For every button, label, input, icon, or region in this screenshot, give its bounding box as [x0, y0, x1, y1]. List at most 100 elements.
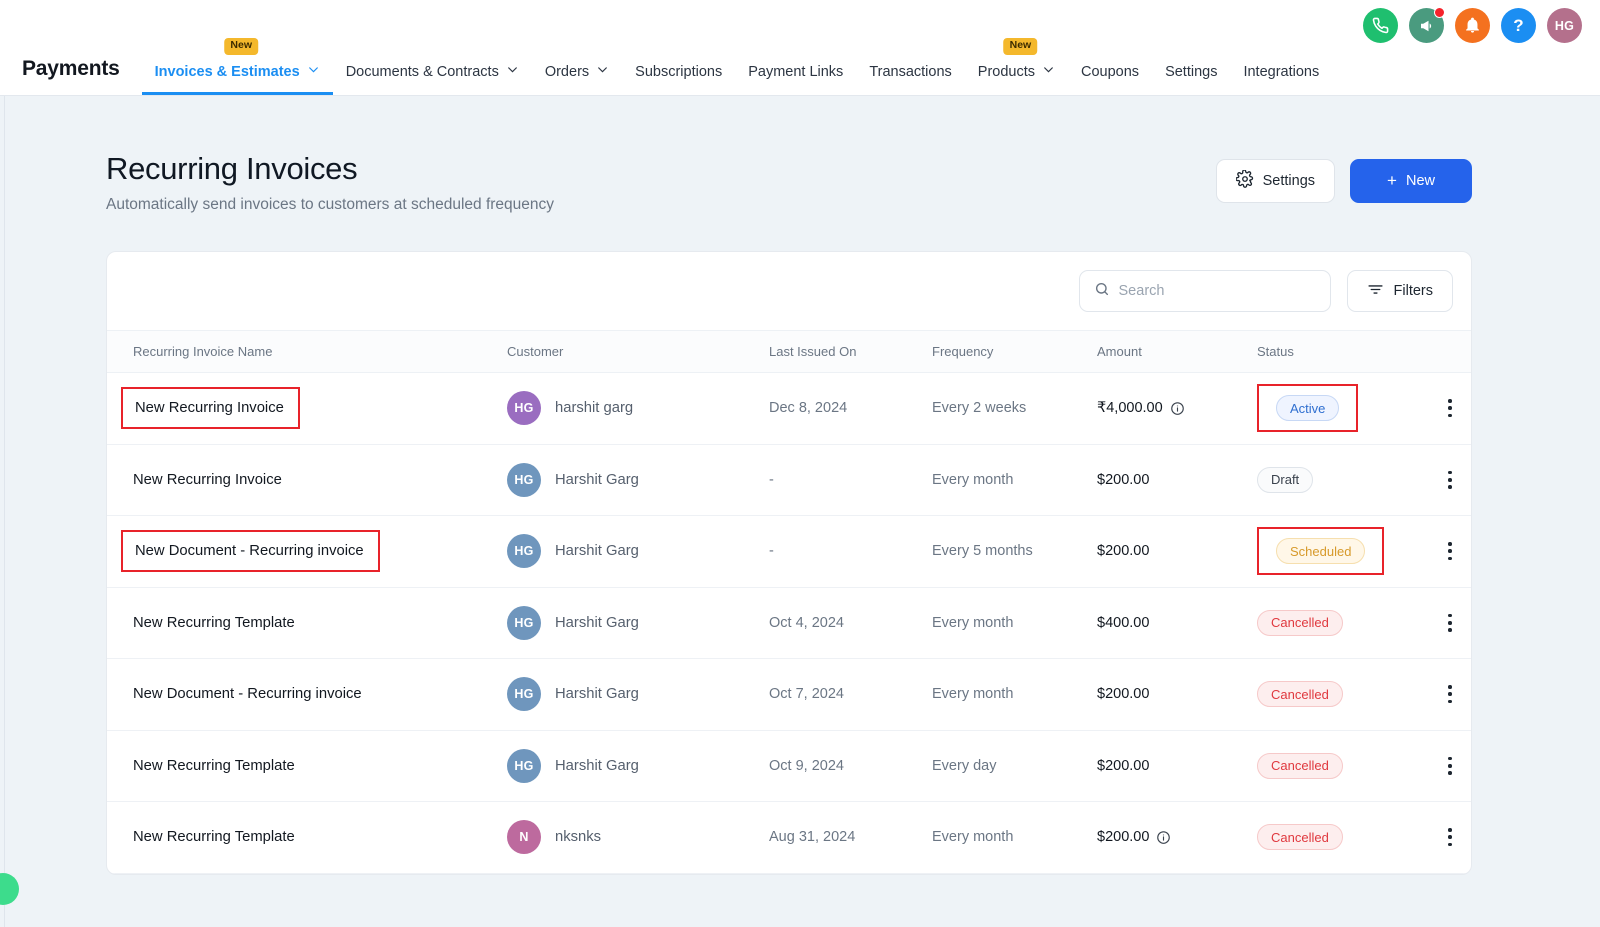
cell-frequency: Every month	[932, 802, 1097, 874]
status-badge: Cancelled	[1257, 824, 1343, 850]
new-button[interactable]: + New	[1350, 159, 1472, 203]
table-toolbar: Filters	[107, 252, 1471, 330]
invoice-name-text: New Recurring Invoice	[133, 472, 282, 488]
nav-item-label: Subscriptions	[635, 64, 722, 80]
chevron-down-icon[interactable]	[307, 63, 320, 80]
cell-invoice-name[interactable]: New Recurring Template	[107, 802, 507, 874]
cell-amount: $200.00	[1097, 444, 1257, 516]
new-badge: New	[1004, 38, 1038, 55]
customer-avatar: HG	[507, 534, 541, 568]
gear-icon	[1236, 170, 1254, 192]
info-icon[interactable]	[1170, 401, 1185, 416]
column-header-name: Recurring Invoice Name	[107, 331, 507, 373]
cell-frequency: Every month	[932, 444, 1097, 516]
nav-item-orders[interactable]: Orders	[532, 63, 622, 95]
settings-button[interactable]: Settings	[1216, 159, 1335, 203]
customer-name: Harshit Garg	[555, 615, 639, 631]
customer-avatar: HG	[507, 391, 541, 425]
megaphone-icon[interactable]	[1409, 8, 1444, 43]
nav-item-products[interactable]: ProductsNew	[965, 63, 1068, 95]
table-row[interactable]: New Document - Recurring invoiceHG Harshi…	[107, 659, 1471, 731]
page-scroll-edge[interactable]	[0, 96, 5, 927]
annotation-box-status: Scheduled	[1257, 527, 1384, 575]
nav-item-coupons[interactable]: Coupons	[1068, 64, 1152, 95]
annotation-box-invoice-name: New Recurring Invoice	[121, 387, 300, 429]
info-icon[interactable]	[1156, 830, 1171, 845]
chevron-down-icon[interactable]	[1042, 63, 1055, 80]
cell-invoice-name[interactable]: New Recurring Invoice	[107, 373, 507, 445]
status-badge: Scheduled	[1276, 538, 1365, 564]
nav-item-label: Invoices & Estimates	[155, 64, 300, 80]
cell-status: Cancelled	[1257, 587, 1412, 659]
cell-frequency: Every 5 months	[932, 516, 1097, 588]
cell-status: Active	[1257, 373, 1412, 445]
table-row[interactable]: New Recurring TemplateHGHarshit GargOct …	[107, 730, 1471, 802]
row-more-options-icon[interactable]	[1440, 828, 1460, 846]
cell-invoice-name[interactable]: New Document - Recurring invoice	[107, 659, 507, 731]
chevron-down-icon[interactable]	[596, 63, 609, 80]
customer-avatar: HG	[507, 749, 541, 783]
table-row[interactable]: New Recurring TemplateHGHarshit GargOct …	[107, 587, 1471, 659]
nav-item-label: Payment Links	[748, 64, 843, 80]
nav-item-label: Coupons	[1081, 64, 1139, 80]
search-box[interactable]	[1079, 270, 1331, 312]
cell-frequency: Every month	[932, 587, 1097, 659]
nav-item-integrations[interactable]: Integrations	[1230, 64, 1332, 95]
nav-item-label: Integrations	[1243, 64, 1319, 80]
nav-item-transactions[interactable]: Transactions	[856, 64, 964, 95]
row-more-options-icon[interactable]	[1440, 542, 1460, 560]
phone-icon[interactable]	[1363, 8, 1398, 43]
row-more-options-icon[interactable]	[1440, 471, 1460, 489]
cell-status: Scheduled	[1257, 516, 1412, 588]
user-avatar[interactable]: HG	[1547, 8, 1582, 43]
nav-item-subscriptions[interactable]: Subscriptions	[622, 64, 735, 95]
customer-name: Harshit Garg	[555, 686, 639, 702]
status-badge: Draft	[1257, 467, 1313, 493]
row-more-options-icon[interactable]	[1440, 685, 1460, 703]
table-row[interactable]: New Document - Recurring invoice HGHarshi…	[107, 516, 1471, 588]
row-more-options-icon[interactable]	[1440, 399, 1460, 417]
table-row[interactable]: New Recurring InvoiceHGHarshit Garg-Ever…	[107, 444, 1471, 516]
cell-invoice-name[interactable]: New Document - Recurring invoice	[107, 516, 507, 588]
new-badge: New	[224, 38, 258, 55]
search-input[interactable]	[1119, 283, 1316, 299]
cell-frequency: Every month	[932, 659, 1097, 731]
cell-customer: HGHarshit Garg	[507, 444, 769, 516]
amount-text: $200.00	[1097, 758, 1149, 774]
invoice-name-text: New Recurring Template	[133, 758, 295, 774]
nav-item-documents-contracts[interactable]: Documents & Contracts	[333, 63, 532, 95]
plus-icon: +	[1387, 171, 1397, 191]
customer-avatar: HG	[507, 677, 541, 711]
row-more-options-icon[interactable]	[1440, 614, 1460, 632]
nav-item-settings[interactable]: Settings	[1152, 64, 1230, 95]
customer-name: nksnks	[555, 829, 601, 845]
chat-widget-icon[interactable]	[0, 873, 19, 905]
cell-invoice-name[interactable]: New Recurring Template	[107, 587, 507, 659]
table-header-row: Recurring Invoice Name Customer Last Iss…	[107, 331, 1471, 373]
cell-invoice-name[interactable]: New Recurring Invoice	[107, 444, 507, 516]
help-icon[interactable]: ?	[1501, 8, 1536, 43]
chevron-down-icon[interactable]	[506, 63, 519, 80]
cell-actions	[1412, 802, 1471, 874]
status-badge: Cancelled	[1257, 610, 1343, 636]
cell-actions	[1412, 373, 1471, 445]
nav-item-payment-links[interactable]: Payment Links	[735, 64, 856, 95]
bell-icon[interactable]	[1455, 8, 1490, 43]
cell-invoice-name[interactable]: New Recurring Template	[107, 730, 507, 802]
annotation-box-status: Active	[1257, 384, 1358, 432]
column-header-status: Status	[1257, 331, 1412, 373]
main-nav: Payments Invoices & EstimatesNewDocument…	[0, 42, 1600, 95]
cell-frequency: Every 2 weeks	[932, 373, 1097, 445]
nav-item-label: Products	[978, 64, 1035, 80]
table-row[interactable]: New Recurring InvoiceHGharshit gargDec 8…	[107, 373, 1471, 445]
row-more-options-icon[interactable]	[1440, 757, 1460, 775]
invoice-name-text: New Recurring Template	[133, 829, 295, 845]
nav-item-invoices-estimates[interactable]: Invoices & EstimatesNew	[142, 63, 333, 95]
column-header-frequency: Frequency	[932, 331, 1097, 373]
cell-amount: $400.00	[1097, 587, 1257, 659]
filters-button[interactable]: Filters	[1347, 270, 1453, 312]
table-row[interactable]: New Recurring TemplateNnksnksAug 31, 202…	[107, 802, 1471, 874]
cell-customer: HGHarshit Garg	[507, 516, 769, 588]
annotation-box-invoice-name: New Document - Recurring invoice	[121, 530, 380, 572]
top-bar: ? HG Payments Invoices & EstimatesNewDoc…	[0, 0, 1600, 96]
